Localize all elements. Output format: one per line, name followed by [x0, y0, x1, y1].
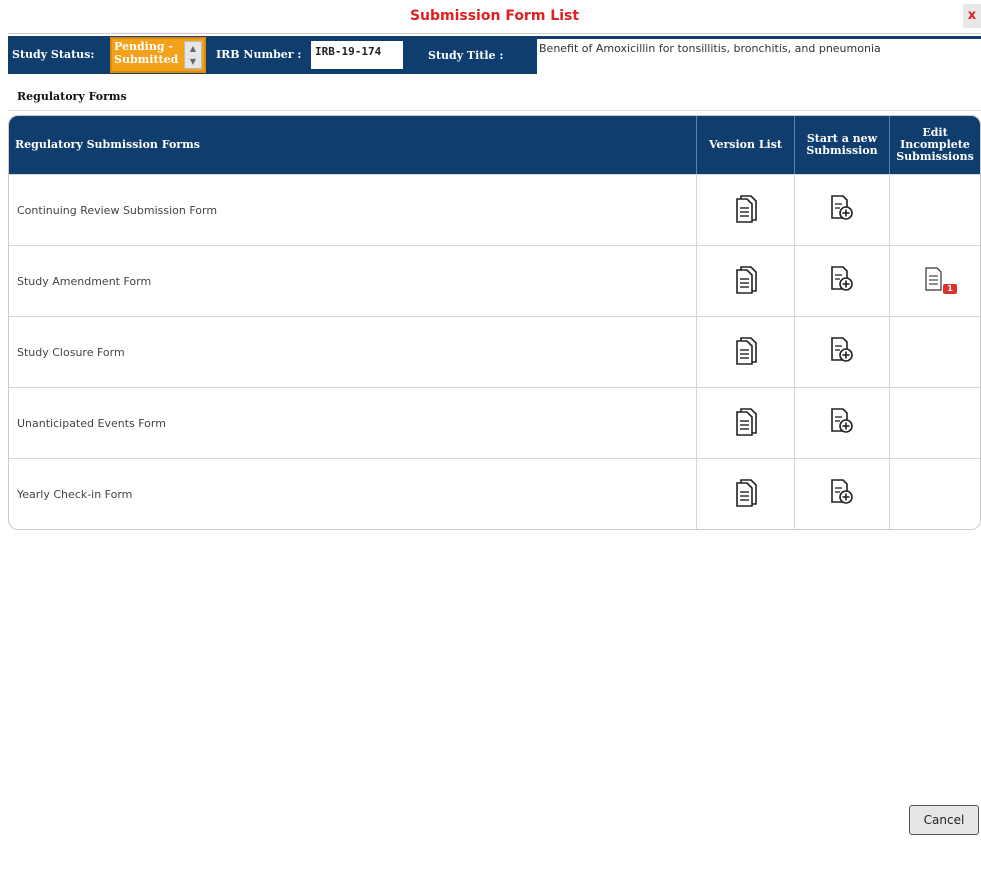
chevron-up-icon[interactable]: ▲ [185, 42, 201, 55]
edit-incomplete-cell [890, 317, 980, 387]
version-list-cell [697, 175, 795, 245]
edit-incomplete-cell: 1 [890, 246, 980, 316]
edit-incomplete-cell [890, 175, 980, 245]
header-version-list: Version List [697, 116, 795, 174]
new-submission-cell [795, 175, 890, 245]
new-submission-cell [795, 246, 890, 316]
table-row: Study Amendment Form 1 [9, 245, 980, 316]
study-title-label: Study Title : [428, 49, 504, 62]
study-status-value: Pending - Submitted [114, 40, 179, 66]
incomplete-count-badge: 1 [943, 284, 957, 294]
form-name: Unanticipated Events Form [9, 388, 697, 458]
edit-incomplete-cell [890, 459, 980, 529]
header-edit-incomplete: Edit Incomplete Submissions [896, 126, 974, 163]
form-name: Study Amendment Form [9, 246, 697, 316]
section-heading: Regulatory Forms [17, 90, 127, 103]
version-list-cell [697, 317, 795, 387]
document-add-icon[interactable] [829, 336, 855, 368]
form-name: Study Closure Form [9, 317, 697, 387]
version-list-cell [697, 388, 795, 458]
new-submission-cell [795, 459, 890, 529]
document-stack-icon[interactable] [734, 264, 758, 298]
study-status-select[interactable]: Pending - Submitted ▲ ▼ [110, 37, 206, 73]
table-body: Continuing Review Submission Form Study … [9, 174, 980, 529]
document-stack-icon[interactable] [734, 193, 758, 227]
edit-incomplete-cell [890, 388, 980, 458]
close-button[interactable]: x [963, 4, 981, 28]
dialog-titlebar: Submission Form List x [8, 0, 981, 34]
document-edit-icon[interactable]: 1 [923, 266, 957, 296]
header-forms: Regulatory Submission Forms [9, 116, 697, 174]
header-new-submission: Start a new Submission [795, 116, 890, 174]
new-submission-cell [795, 388, 890, 458]
new-submission-cell [795, 317, 890, 387]
study-status-label: Study Status: [12, 48, 95, 61]
table-row: Yearly Check-in Form [9, 458, 980, 529]
table-row: Unanticipated Events Form [9, 387, 980, 458]
cancel-button[interactable]: Cancel [909, 805, 979, 835]
document-stack-icon[interactable] [734, 335, 758, 369]
document-add-icon[interactable] [829, 265, 855, 297]
form-name: Continuing Review Submission Form [9, 175, 697, 245]
document-add-icon[interactable] [829, 407, 855, 439]
irb-number-label: IRB Number : [216, 48, 302, 61]
study-info-bar: Study Status: Pending - Submitted ▲ ▼ IR… [8, 36, 981, 74]
table-row: Study Closure Form [9, 316, 980, 387]
document-stack-icon[interactable] [734, 406, 758, 440]
version-list-cell [697, 246, 795, 316]
form-name: Yearly Check-in Form [9, 459, 697, 529]
document-add-icon[interactable] [829, 478, 855, 510]
regulatory-forms-table: Regulatory Submission Forms Version List… [8, 115, 981, 530]
document-stack-icon[interactable] [734, 477, 758, 511]
document-add-icon[interactable] [829, 194, 855, 226]
version-list-cell [697, 459, 795, 529]
dialog-title: Submission Form List [409, 8, 580, 24]
table-row: Continuing Review Submission Form [9, 174, 980, 245]
table-header: Regulatory Submission Forms Version List… [9, 116, 980, 174]
section-divider [8, 110, 981, 111]
study-title-value: Benefit of Amoxicillin for tonsillitis, … [537, 39, 981, 74]
irb-number-value: IRB-19-174 [311, 41, 403, 69]
chevron-down-icon[interactable]: ▼ [185, 55, 201, 68]
submission-form-list-dialog: Submission Form List x Study Status: Pen… [8, 0, 981, 871]
status-spinner[interactable]: ▲ ▼ [184, 41, 202, 69]
